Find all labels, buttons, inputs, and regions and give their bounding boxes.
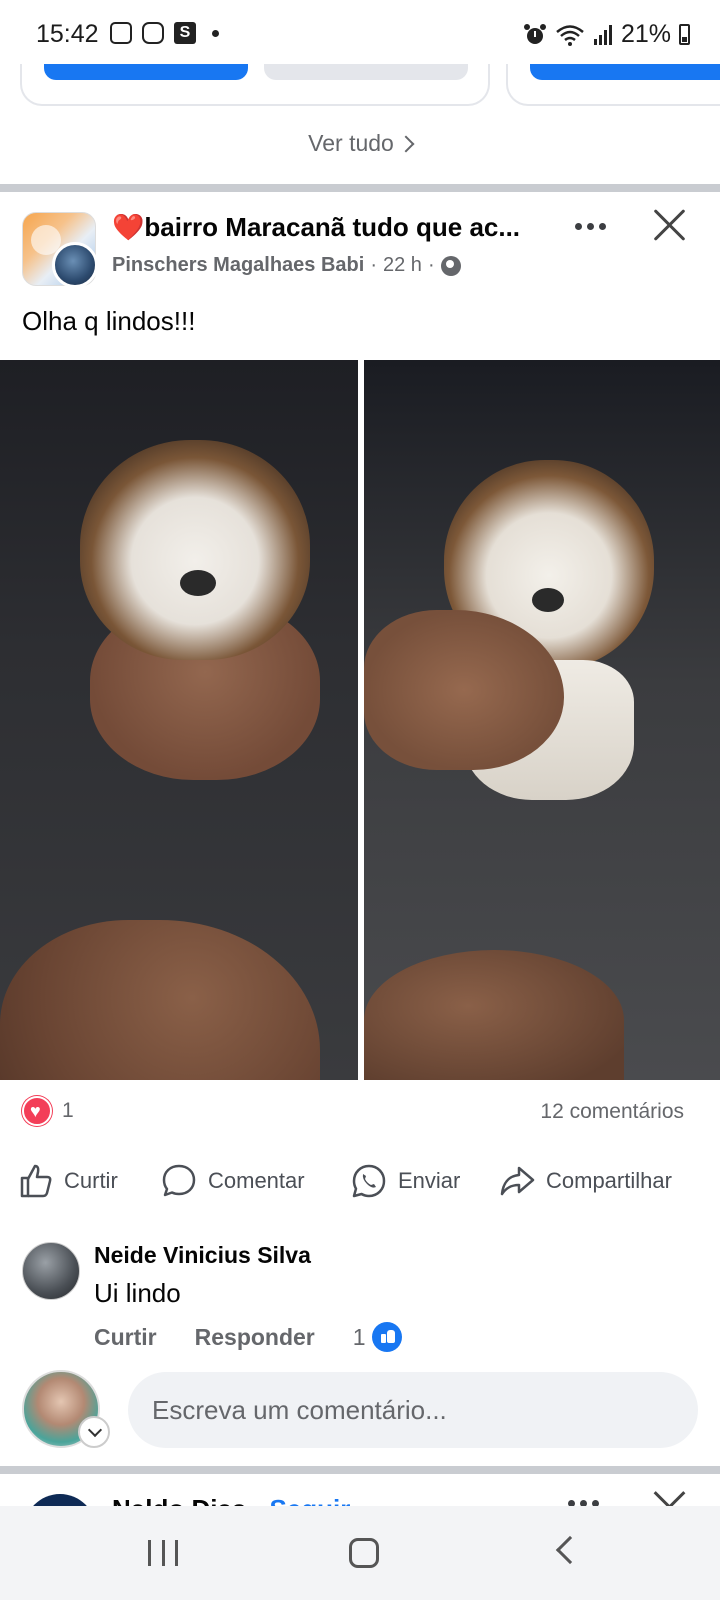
instagram-icon bbox=[142, 22, 164, 44]
meta-separator: · bbox=[427, 254, 435, 276]
heart-emoji: ❤️ bbox=[112, 212, 145, 242]
more-dot bbox=[598, 222, 606, 230]
comment-actions: Curtir Responder 1 bbox=[94, 1322, 402, 1352]
next-post-separator: · bbox=[246, 1494, 269, 1506]
group-name[interactable]: ❤️bairro Maracanã tudo que ac... bbox=[112, 212, 562, 243]
commenter-name[interactable]: Neide Vinicius Silva bbox=[94, 1242, 311, 1269]
home-icon[interactable] bbox=[349, 1538, 379, 1568]
follow-button[interactable]: Seguir bbox=[269, 1494, 350, 1506]
reactions-summary[interactable]: 1 bbox=[22, 1096, 74, 1126]
share-arrow-icon bbox=[500, 1166, 535, 1196]
next-post-author-name: Naldo Dias bbox=[112, 1494, 246, 1506]
post-photo-right[interactable] bbox=[364, 360, 720, 1080]
meta-separator: · bbox=[370, 254, 377, 276]
signal-icon bbox=[593, 24, 612, 45]
battery-icon bbox=[679, 24, 690, 45]
commenter-avatar[interactable] bbox=[22, 1242, 80, 1300]
whatsapp-icon bbox=[352, 1164, 386, 1198]
next-post-author[interactable]: Naldo Dias · Seguir bbox=[112, 1494, 350, 1506]
post-meta: Pinschers Magalhaes Babi · 22 h · bbox=[112, 254, 461, 277]
more-dot bbox=[586, 222, 594, 230]
section-divider bbox=[0, 184, 720, 192]
send-whatsapp-button[interactable]: Enviar bbox=[350, 1162, 460, 1200]
more-dot bbox=[574, 222, 582, 230]
comments-count[interactable]: 12 comentários bbox=[540, 1100, 684, 1124]
like-button[interactable]: Curtir bbox=[16, 1162, 118, 1200]
section-divider bbox=[0, 1466, 720, 1474]
post-time[interactable]: 22 h bbox=[383, 254, 422, 277]
arm-shape bbox=[0, 920, 320, 1080]
comment-label: Comentar bbox=[208, 1168, 305, 1193]
next-post-header: Naldo Dias · Seguir bbox=[0, 1476, 720, 1506]
like-label: Curtir bbox=[64, 1168, 118, 1193]
facebook-feed-screen: 15:42 S 21% Ver tudo ❤️bairro Maracanã t… bbox=[0, 0, 720, 1600]
puppy-shape bbox=[80, 440, 310, 660]
wifi-icon bbox=[556, 24, 584, 46]
share-label: Compartilhar bbox=[546, 1168, 672, 1193]
thumbs-up-icon bbox=[20, 1164, 52, 1198]
author-avatar[interactable] bbox=[52, 242, 98, 288]
arm-shape bbox=[364, 950, 624, 1080]
post-author-name[interactable]: Pinschers Magalhaes Babi bbox=[112, 254, 364, 277]
share-button[interactable]: Compartilhar bbox=[498, 1162, 672, 1200]
send-label: Enviar bbox=[398, 1168, 461, 1193]
globe-icon bbox=[440, 255, 461, 276]
comment-button[interactable]: Comentar bbox=[160, 1162, 305, 1200]
group-avatar[interactable] bbox=[22, 212, 98, 288]
see-all-label: Ver tudo bbox=[308, 130, 394, 156]
system-nav-bar bbox=[0, 1506, 720, 1600]
reaction-count: 1 bbox=[62, 1099, 74, 1122]
status-system-icons: 21% bbox=[523, 20, 690, 49]
status-time: 15:42 bbox=[36, 20, 99, 48]
write-comment-input[interactable] bbox=[128, 1372, 698, 1448]
comment-like-count-value: 1 bbox=[352, 1323, 366, 1350]
status-bar: 15:42 S 21% bbox=[0, 0, 720, 64]
see-all-link[interactable]: Ver tudo bbox=[0, 130, 720, 157]
hide-post-close-icon[interactable] bbox=[652, 206, 688, 242]
group-name-text: bairro Maracanã tudo que ac... bbox=[144, 212, 521, 242]
comment-bubble-icon bbox=[162, 1164, 196, 1197]
chevron-right-icon bbox=[397, 135, 415, 153]
love-reaction-icon bbox=[22, 1096, 52, 1126]
messenger-icon bbox=[110, 22, 132, 44]
comment-text: Ui lindo bbox=[94, 1278, 181, 1308]
recent-apps-icon[interactable] bbox=[148, 1540, 178, 1566]
next-post-close-icon[interactable] bbox=[652, 1488, 688, 1506]
dot-icon bbox=[212, 29, 219, 37]
status-notification-icons: S bbox=[110, 22, 219, 44]
comment-reply-button[interactable]: Responder bbox=[195, 1324, 315, 1351]
comment-like-count[interactable]: 1 bbox=[353, 1322, 402, 1352]
battery-percent: 21% bbox=[620, 20, 671, 48]
next-post-avatar[interactable] bbox=[24, 1494, 96, 1506]
back-icon[interactable] bbox=[555, 1535, 585, 1565]
post-options-button[interactable] bbox=[568, 212, 612, 240]
post-text: Olha q lindos!!! bbox=[22, 306, 196, 336]
chevron-down-icon[interactable] bbox=[78, 1416, 110, 1448]
post-action-bar: Curtir Comentar Enviar Compartilhar bbox=[0, 1162, 720, 1206]
comment-like-button[interactable]: Curtir bbox=[94, 1324, 157, 1351]
s-app-icon: S bbox=[174, 22, 196, 44]
like-reaction-icon bbox=[371, 1322, 402, 1352]
post-photo-left[interactable] bbox=[0, 360, 358, 1080]
alarm-icon bbox=[523, 23, 546, 44]
